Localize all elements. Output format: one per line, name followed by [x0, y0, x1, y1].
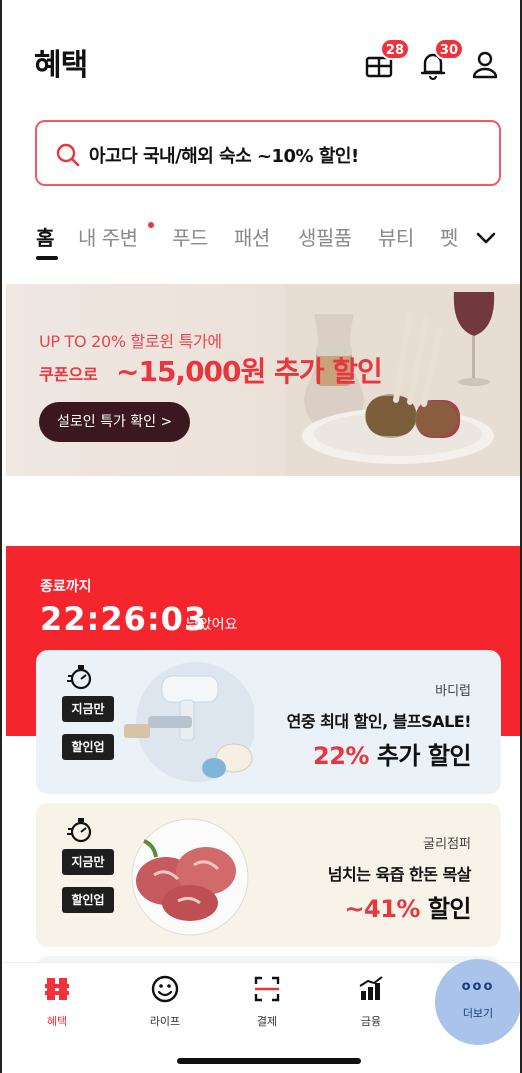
bottom-navigation: 혜택 라이프 결제 금융 ooo 더보기	[2, 959, 520, 1073]
deal-tag-now-only: 지금만	[62, 849, 114, 875]
deal-discount: 22% 추가 할인	[313, 736, 472, 771]
smile-icon	[151, 975, 179, 1003]
deal-card[interactable]: 지금만 할인업 굴리점퍼 넘치는 육즙 한돈 목살 ~41% 할인	[36, 803, 501, 947]
stopwatch-icon	[67, 818, 92, 843]
new-dot	[148, 222, 154, 228]
app-screen: 혜택 28 30 아고다 국내/해외 숙소 ~10% 할인! 홈 내 주변 푸드…	[0, 0, 522, 1073]
search-icon	[56, 143, 80, 167]
deal-discount-percent: 22%	[313, 742, 369, 770]
nav-label: 금융	[360, 1015, 382, 1028]
tab-food[interactable]: 푸드	[172, 222, 208, 251]
notifications-button[interactable]: 30	[416, 38, 464, 82]
deal-tag-discount-up: 할인업	[62, 887, 114, 913]
deal-discount-text: 추가 할인	[376, 742, 472, 770]
nav-payment[interactable]: 결제	[232, 973, 302, 1029]
tab-fashion[interactable]: 패션	[234, 222, 270, 251]
home-indicator[interactable]	[177, 1058, 361, 1064]
banner-headline: UP TO 20% 할로윈 특가에	[39, 332, 222, 351]
promo-banner[interactable]: UP TO 20% 할로윈 특가에 쿠폰으로 ~15,000원 추가 할인 설로…	[6, 284, 520, 476]
page-title: 혜택	[34, 48, 88, 83]
countdown-timer: 22:26:03	[40, 600, 208, 638]
nav-label: 결제	[256, 1015, 278, 1028]
deal-discount: ~41% 할인	[344, 889, 471, 924]
nav-label: 혜택	[46, 1015, 68, 1028]
deal-description: 연중 최대 할인, 블프SALE!	[286, 712, 472, 731]
gift-count-badge: 28	[379, 38, 410, 60]
tab-home[interactable]: 홈	[36, 222, 54, 251]
deal-description: 넘치는 육즙 한돈 목살	[327, 865, 472, 884]
stopwatch-icon	[67, 665, 92, 690]
nav-label: 라이프	[149, 1015, 181, 1028]
more-icon: ooo	[461, 979, 495, 994]
nav-more[interactable]: ooo 더보기	[435, 959, 520, 1045]
nav-finance[interactable]: 금융	[336, 973, 406, 1029]
banner-coupon-label: 쿠폰으로	[39, 365, 98, 384]
notification-count-badge: 30	[433, 38, 464, 60]
nav-label: 더보기	[462, 1007, 494, 1020]
benefit-icon	[45, 978, 69, 1000]
deal-card[interactable]: 지금만 할인업 바디럽 연중 최대 할인, 블프SALE! 22% 추가 할인	[36, 650, 501, 794]
deal-brand: 굴리점퍼	[423, 837, 471, 852]
countdown-suffix: 남았어요	[186, 617, 238, 633]
nav-benefits[interactable]: 혜택	[22, 973, 92, 1029]
profile-button[interactable]	[468, 48, 502, 82]
tab-pet[interactable]: 펫	[440, 222, 458, 251]
chevron-down-icon[interactable]	[475, 228, 497, 248]
nav-life[interactable]: 라이프	[130, 973, 200, 1029]
user-icon	[472, 51, 498, 79]
scan-icon	[254, 976, 280, 1002]
showerhead-product-image	[124, 662, 254, 782]
deal-brand: 바디럽	[435, 684, 471, 699]
banner-cta-button[interactable]: 설로인 특가 확인 >	[39, 402, 191, 442]
tab-nearby[interactable]: 내 주변	[78, 222, 138, 251]
search-bar[interactable]: 아고다 국내/해외 숙소 ~10% 할인!	[35, 120, 501, 186]
deal-discount-text: 할인	[427, 895, 472, 923]
banner-discount-amount: ~15,000원 추가 할인	[116, 355, 383, 388]
gift-box-button[interactable]: 28	[362, 38, 410, 82]
deal-discount-percent: ~41%	[344, 895, 420, 923]
tab-daily-goods[interactable]: 생필품	[298, 222, 352, 251]
active-tab-indicator	[36, 256, 58, 260]
deal-tag-now-only: 지금만	[62, 696, 114, 722]
deal-tag-discount-up: 할인업	[62, 734, 114, 760]
category-tabs: 홈 내 주변 푸드 패션 생필품 뷰티 펫	[2, 218, 520, 266]
tab-beauty[interactable]: 뷰티	[378, 222, 414, 251]
pork-neck-product-image	[131, 818, 249, 936]
chart-icon	[359, 976, 383, 1000]
search-promo-text: 아고다 국내/해외 숙소 ~10% 할인!	[89, 146, 359, 167]
countdown-label: 종료까지	[40, 579, 92, 595]
